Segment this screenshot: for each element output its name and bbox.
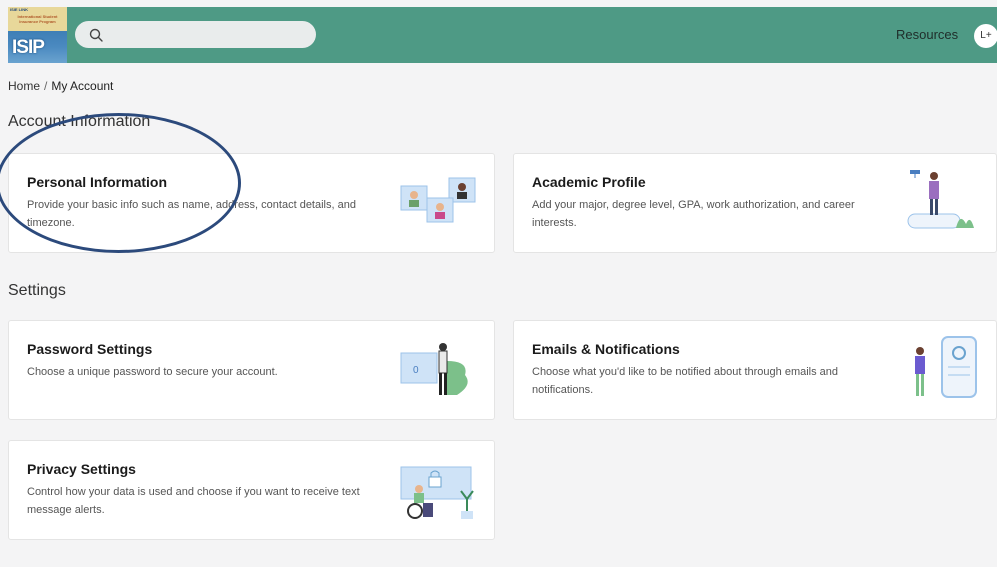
search-input[interactable] — [111, 25, 307, 44]
svg-text:0: 0 — [413, 365, 419, 376]
isip-logo[interactable]: ISIE LINK International Student Insuranc… — [8, 7, 67, 63]
user-avatar[interactable]: L+ — [974, 24, 997, 48]
top-navigation-bar: ISIE LINK International Student Insuranc… — [8, 7, 997, 63]
breadcrumb-separator: / — [44, 79, 48, 93]
logo-wordmark: ISIP — [12, 37, 45, 58]
profile-photos-illustration — [400, 177, 476, 223]
card-title: Password Settings — [27, 341, 153, 357]
search-bar[interactable] — [75, 21, 316, 48]
search-icon — [89, 28, 103, 42]
logo-tiny-text: ISIE LINK — [10, 7, 29, 12]
card-description: Choose a unique password to secure your … — [27, 366, 278, 378]
privacy-settings-card[interactable]: Privacy Settings Control how your data i… — [8, 440, 495, 540]
card-title: Personal Information — [27, 174, 168, 190]
card-title: Emails & Notifications — [532, 341, 680, 357]
card-description: Control how your data is used and choose… — [27, 486, 360, 516]
resources-link[interactable]: Resources — [896, 27, 958, 42]
password-settings-card[interactable]: Password Settings Choose a unique passwo… — [8, 320, 495, 420]
password-illustration: 0 — [400, 343, 468, 395]
card-title: Academic Profile — [532, 174, 646, 190]
emails-notifications-card[interactable]: Emails & Notifications Choose what you'd… — [513, 320, 997, 420]
graduate-illustration — [907, 170, 974, 229]
settings-heading: Settings — [8, 282, 66, 299]
card-description: Choose what you'd like to be notified ab… — [532, 366, 839, 396]
personal-information-card[interactable]: Personal Information Provide your basic … — [8, 153, 495, 253]
breadcrumb: Home / My Account — [8, 79, 113, 93]
account-information-heading: Account Information — [8, 113, 151, 130]
card-title: Privacy Settings — [27, 461, 136, 477]
academic-profile-card[interactable]: Academic Profile Add your major, degree … — [513, 153, 997, 253]
card-description: Provide your basic info such as name, ad… — [27, 199, 356, 229]
phone-notification-illustration — [915, 336, 977, 398]
card-description: Add your major, degree level, GPA, work … — [532, 199, 855, 229]
privacy-illustration — [400, 466, 474, 519]
logo-subtitle: International Student Insurance Program — [17, 14, 58, 24]
breadcrumb-current: My Account — [51, 79, 114, 93]
breadcrumb-home-link[interactable]: Home — [8, 79, 40, 93]
